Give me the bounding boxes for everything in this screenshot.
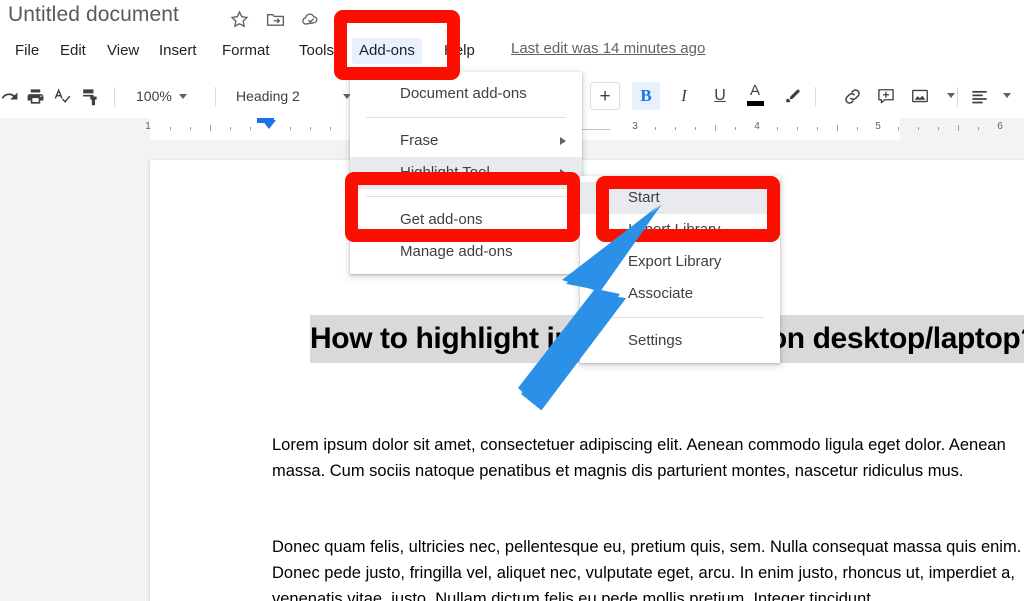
submenu-item-settings[interactable]: Settings <box>580 325 780 357</box>
menu-view[interactable]: View <box>100 38 146 64</box>
menu-file[interactable]: File <box>8 38 46 64</box>
ruler-label: 5 <box>875 121 881 132</box>
last-edit-status[interactable]: Last edit was 14 minutes ago <box>511 40 705 57</box>
menu-item-get-add-ons[interactable]: Get add-ons <box>350 204 582 236</box>
chevron-down-icon[interactable] <box>1003 93 1011 98</box>
document-paragraph-1[interactable]: Lorem ipsum dolor sit amet, consectetuer… <box>272 432 1024 484</box>
document-paragraph-2[interactable]: Donec quam felis, ultricies nec, pellent… <box>272 534 1024 601</box>
menu-item-manage-add-ons[interactable]: Manage add-ons <box>350 236 582 268</box>
zoom-selector[interactable]: 100% <box>136 82 187 110</box>
paragraph-style-label: Heading 2 <box>236 88 300 104</box>
cloud-saved-icon[interactable] <box>300 8 322 30</box>
menu-insert[interactable]: Insert <box>152 38 204 64</box>
star-icon[interactable] <box>228 8 250 30</box>
ruler-label: 4 <box>754 121 760 132</box>
toolbar-divider-4 <box>957 87 958 107</box>
bold-button[interactable]: B <box>632 82 660 110</box>
document-title[interactable]: Untitled document <box>8 3 179 27</box>
menu-divider <box>596 317 764 318</box>
move-to-folder-icon[interactable] <box>264 8 286 30</box>
paint-format-icon[interactable] <box>76 82 102 110</box>
submenu-item-import-library[interactable]: Import Library <box>580 214 780 246</box>
chevron-down-icon <box>178 93 187 99</box>
toolbar-divider-3 <box>815 87 816 107</box>
menu-format[interactable]: Format <box>215 38 277 64</box>
google-docs-window: Untitled document File Edit View Insert … <box>0 0 1024 601</box>
font-size-increase-button[interactable]: + <box>590 82 620 110</box>
submenu-arrow-icon <box>560 169 566 177</box>
text-color-button[interactable]: A <box>740 82 770 110</box>
insert-image-icon[interactable] <box>906 82 934 110</box>
menu-divider <box>366 117 566 118</box>
toolbar-divider-1 <box>114 87 115 107</box>
print-icon[interactable] <box>22 82 48 110</box>
menu-bar: File Edit View Insert Format Tools Add-o… <box>0 38 1024 66</box>
menu-tools[interactable]: Tools <box>292 38 341 64</box>
submenu-item-start[interactable]: Start <box>580 182 780 214</box>
menu-item-frase[interactable]: Frase <box>350 125 582 157</box>
menu-item-highlight-tool[interactable]: Highlight Tool <box>350 157 582 189</box>
align-icon[interactable] <box>966 82 992 110</box>
menu-item-label: Highlight Tool <box>400 164 490 181</box>
insert-link-icon[interactable] <box>838 82 866 110</box>
underline-label: U <box>714 87 726 104</box>
bold-label: B <box>640 86 652 105</box>
chevron-down-icon[interactable] <box>947 93 955 98</box>
menu-add-ons[interactable]: Add-ons <box>352 38 422 64</box>
highlight-tool-submenu[interactable]: Start Import Library Export Library Asso… <box>580 176 780 363</box>
ruler-label: 3 <box>632 121 638 132</box>
plus-label: + <box>599 85 611 107</box>
toolbar-divider-2 <box>215 87 216 107</box>
menu-item-document-add-ons[interactable]: Document add-ons <box>350 78 582 110</box>
text-color-label: A <box>749 82 760 99</box>
highlight-pen-icon[interactable] <box>778 82 806 110</box>
ruler-label: 1 <box>145 121 151 132</box>
text-color-swatch <box>746 101 764 106</box>
italic-label: I <box>681 86 687 105</box>
menu-item-label: Frase <box>400 132 439 149</box>
title-bar: Untitled document <box>0 0 1024 36</box>
paragraph-style-selector[interactable]: Heading 2 <box>236 82 351 110</box>
submenu-item-export-library[interactable]: Export Library <box>580 246 780 278</box>
spelling-check-icon[interactable] <box>49 82 75 110</box>
add-ons-dropdown-menu[interactable]: Document add-ons Frase Highlight Tool Ge… <box>350 72 582 274</box>
menu-divider <box>366 196 566 197</box>
submenu-item-associate[interactable]: Associate <box>580 278 780 310</box>
italic-button[interactable]: I <box>670 82 698 110</box>
submenu-arrow-icon <box>560 137 566 145</box>
menu-edit[interactable]: Edit <box>53 38 93 64</box>
indent-marker-triangle[interactable] <box>262 120 276 129</box>
add-comment-icon[interactable] <box>872 82 900 110</box>
ruler-label: 6 <box>997 121 1003 132</box>
menu-help[interactable]: Help <box>437 38 482 64</box>
underline-button[interactable]: U <box>706 82 734 110</box>
redo-icon[interactable] <box>0 82 22 110</box>
zoom-level-label: 100% <box>136 88 172 104</box>
